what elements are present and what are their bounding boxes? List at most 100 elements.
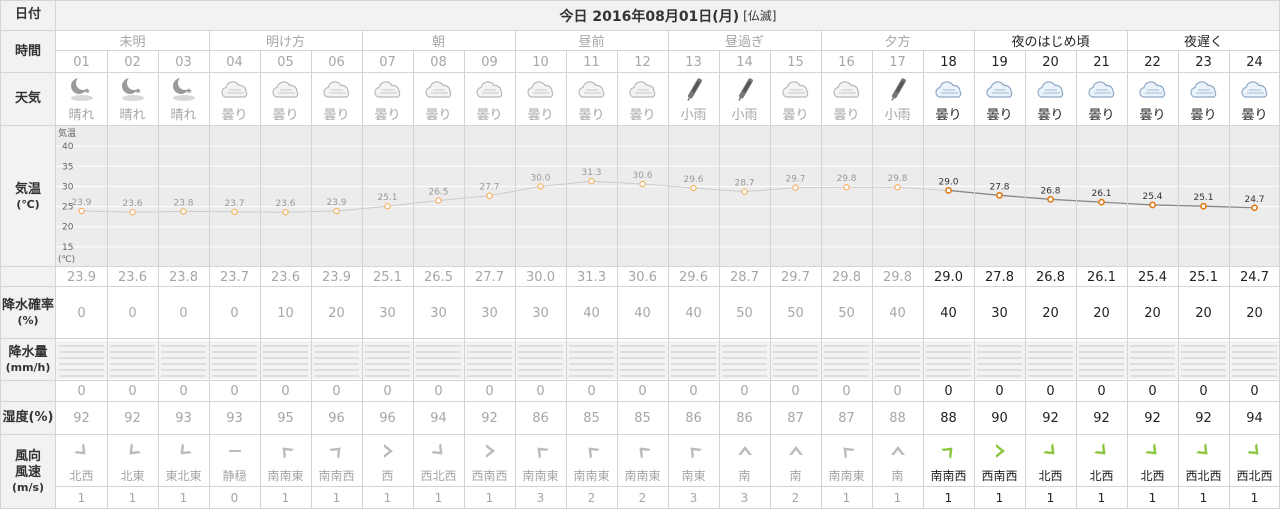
precip-grid-line bbox=[467, 351, 512, 353]
temp-point-label: 27.7 bbox=[479, 183, 499, 193]
temp-point-label: 28.7 bbox=[734, 179, 754, 189]
temp-point bbox=[1200, 202, 1207, 210]
hour-label: 14 bbox=[736, 54, 753, 70]
humidity-value: 92 bbox=[1195, 411, 1212, 426]
humidity-value: 92 bbox=[73, 411, 90, 426]
precip-amount-value: 0 bbox=[383, 384, 392, 399]
precip-grid-line bbox=[977, 375, 1022, 377]
precip-grid-line bbox=[977, 351, 1022, 353]
cloud-icon bbox=[1034, 76, 1068, 102]
wind-arrow-northwest-icon bbox=[582, 441, 602, 461]
wind-speed-value: 3 bbox=[740, 491, 749, 505]
hour-label: 19 bbox=[991, 54, 1008, 70]
wind-arrow-southwest-icon bbox=[123, 441, 143, 461]
wind-arrow-northwest-icon bbox=[633, 441, 653, 461]
precip-grid-line bbox=[722, 363, 767, 365]
precip-grid-line bbox=[1130, 375, 1175, 377]
wind-direction-value: 南 bbox=[789, 468, 802, 483]
umbrella-icon bbox=[677, 76, 711, 102]
precip-grid-line bbox=[314, 369, 359, 371]
grid-line-vertical bbox=[566, 51, 567, 509]
grid-line-horizontal bbox=[0, 266, 1280, 267]
grid-line-vertical bbox=[515, 51, 516, 509]
precip-prob-value: 40 bbox=[889, 305, 906, 321]
precip-grid-line bbox=[518, 375, 563, 377]
grid-line-horizontal bbox=[0, 434, 1280, 435]
grid-line-vertical bbox=[923, 51, 924, 509]
precip-grid-line bbox=[212, 357, 257, 359]
precip-grid-line bbox=[1028, 363, 1073, 365]
grid-line-vertical bbox=[668, 31, 669, 51]
precip-grid-line bbox=[416, 369, 461, 371]
grid-line-vertical bbox=[668, 51, 669, 509]
temp-axis-unit: (℃) bbox=[58, 255, 75, 265]
hour-label: 24 bbox=[1246, 54, 1263, 70]
cloud-icon bbox=[320, 76, 354, 102]
precip-grid-line bbox=[1232, 357, 1277, 359]
precip-amount-value: 0 bbox=[842, 384, 851, 399]
wind-speed-value: 1 bbox=[485, 491, 494, 505]
temp-axis-label: 気温 bbox=[58, 127, 76, 139]
temp-value: 29.0 bbox=[934, 269, 963, 285]
temp-axis-tick: 20 bbox=[62, 223, 74, 233]
precip-grid-line bbox=[620, 363, 665, 365]
hour-label: 13 bbox=[685, 54, 702, 70]
wind-arrow-southwest-icon bbox=[174, 441, 194, 461]
wind-arrow-north-icon bbox=[786, 441, 806, 461]
grid-line-horizontal bbox=[56, 50, 1280, 51]
precip-grid-line bbox=[926, 351, 971, 353]
temp-value: 23.7 bbox=[220, 269, 249, 285]
temp-point bbox=[1251, 204, 1258, 212]
wind-speed-value: 1 bbox=[893, 491, 902, 505]
precip-grid-line bbox=[365, 375, 410, 377]
hour-label: 05 bbox=[277, 54, 294, 70]
precip-prob-value: 0 bbox=[128, 305, 137, 321]
grid-line-vertical bbox=[1127, 31, 1128, 51]
wind-speed-value: 2 bbox=[587, 491, 596, 505]
grid-line-vertical bbox=[158, 51, 159, 509]
temp-value: 27.7 bbox=[475, 269, 504, 285]
humidity-label-text: 湿度(%) bbox=[2, 410, 54, 426]
precip-grid-line bbox=[722, 351, 767, 353]
temp-point-label: 23.6 bbox=[122, 199, 142, 209]
temp-value: 24.7 bbox=[1240, 269, 1269, 285]
precip-grid-line bbox=[977, 345, 1022, 347]
temp-point-label: 23.9 bbox=[71, 198, 91, 208]
grid-line-horizontal bbox=[0, 30, 1280, 31]
wind-direction-value: 南 bbox=[738, 468, 751, 483]
precip-amount-value: 0 bbox=[77, 384, 86, 399]
precip-grid-line bbox=[1181, 369, 1226, 371]
temp-point-label: 26.5 bbox=[428, 188, 448, 198]
temp-point bbox=[945, 187, 952, 194]
moon-icon bbox=[116, 76, 150, 102]
precip-grid-line bbox=[1181, 345, 1226, 347]
wind-label-wind-speed: 風速 bbox=[14, 465, 41, 481]
grid-line-horizontal bbox=[0, 338, 1280, 339]
precip-grid-line bbox=[926, 345, 971, 347]
precip-grid-line bbox=[110, 345, 155, 347]
wind-arrow-southeast-icon bbox=[1092, 441, 1112, 461]
cloud-icon bbox=[1187, 76, 1221, 102]
temp-point bbox=[690, 184, 697, 192]
weather-text: 曇り bbox=[323, 108, 350, 123]
hour-label: 06 bbox=[328, 54, 345, 70]
precip-grid-line bbox=[773, 375, 818, 377]
wind-arrow-north-icon bbox=[735, 441, 755, 461]
precip-prob-value: 50 bbox=[838, 305, 855, 321]
precip-grid-line bbox=[161, 375, 206, 377]
period-label: 明け方 bbox=[265, 35, 305, 50]
weather-label-text: 天気 bbox=[14, 91, 41, 107]
precip-grid-line bbox=[1079, 375, 1124, 377]
hour-label: 08 bbox=[430, 54, 447, 70]
precip-amount-label-text: 降水量 bbox=[8, 345, 48, 360]
temp-point-label: 30.0 bbox=[530, 173, 550, 183]
precip-grid-line bbox=[620, 345, 665, 347]
temp-value: 30.0 bbox=[526, 269, 555, 285]
precip-grid-line bbox=[212, 363, 257, 365]
hour-label: 10 bbox=[532, 54, 549, 70]
wind-arrow-northeast-icon bbox=[327, 441, 347, 461]
wind-direction-value: 静穏 bbox=[222, 468, 247, 483]
temp-point bbox=[486, 192, 493, 199]
precip-amount-value: 0 bbox=[485, 384, 494, 399]
weather-text: 曇り bbox=[221, 108, 248, 123]
